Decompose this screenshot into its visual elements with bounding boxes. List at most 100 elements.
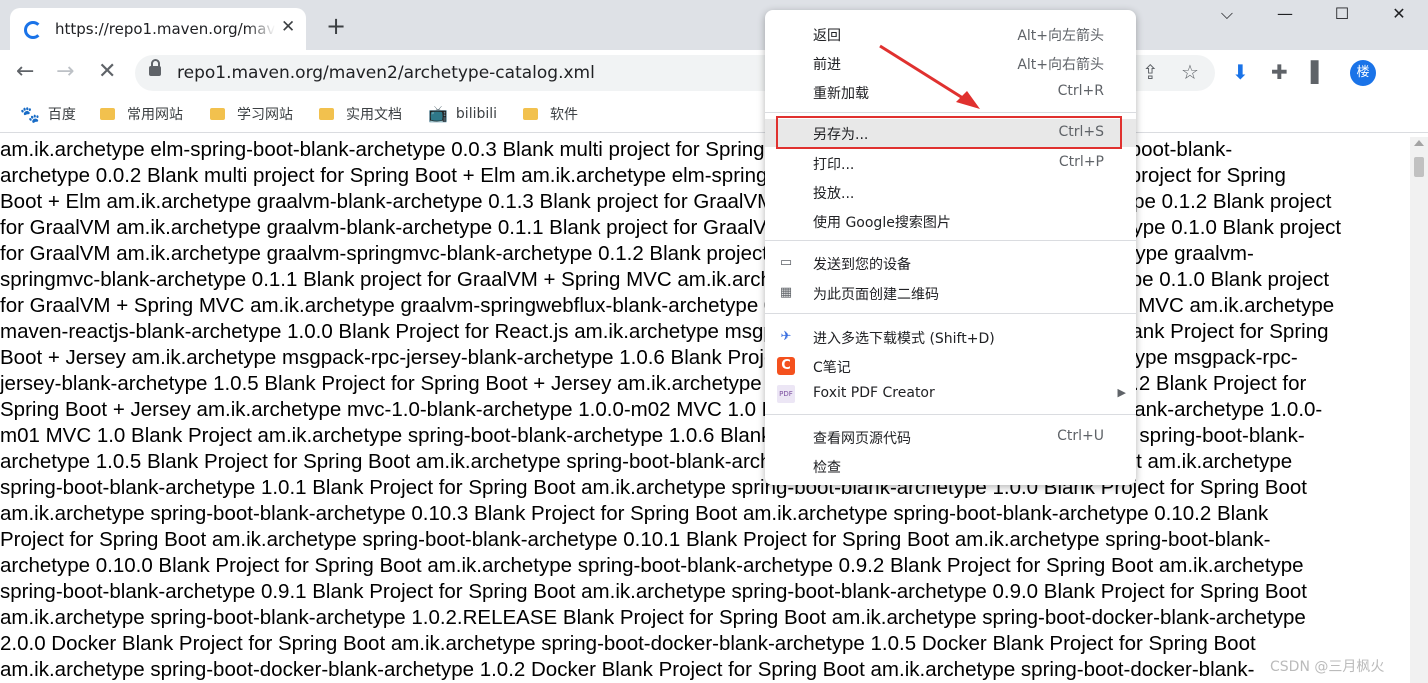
- download-icon[interactable]: ⬇: [1232, 62, 1249, 82]
- menu-item-label: 投放...: [813, 186, 855, 202]
- xml-page-content: am.ik.archetype elm-spring-boot-blank-ar…: [0, 137, 1410, 683]
- content-line: for GraalVM + Spring MVC am.ik.archetype…: [0, 294, 1335, 317]
- menu-item-foxit[interactable]: PDF Foxit PDF Creator ▶: [765, 380, 1136, 408]
- menu-item-label: Foxit PDF Creator: [813, 385, 935, 401]
- content-line: m01 MVC 1.0 Blank Project am.ik.archetyp…: [0, 424, 1305, 447]
- menu-item-c-notes[interactable]: C C笔记: [765, 352, 1136, 380]
- content-line: Boot + Jersey am.ik.archetype msgpack-rp…: [0, 346, 1298, 369]
- forward-arrow-icon[interactable]: →: [56, 61, 74, 83]
- content-line: archetype 0.0.2 Blank multi project for …: [0, 164, 1286, 187]
- content-line: Boot + Elm am.ik.archetype graalvm-blank…: [0, 190, 1332, 213]
- multi-download-icon: ✈: [780, 329, 792, 344]
- loading-spinner-icon: [24, 21, 42, 39]
- folder-icon: [523, 108, 538, 120]
- menu-item-print[interactable]: 打印... Ctrl+P: [765, 149, 1136, 177]
- scroll-up-arrow-icon[interactable]: [1414, 140, 1424, 146]
- bookmarks-bar: 🐾 百度 常用网站 学习网站 实用文档 📺 bilibili 软件: [0, 96, 1428, 133]
- menu-item-send-to-devices[interactable]: ▭ 发送到您的设备: [765, 249, 1136, 277]
- menu-item-label: 重新加载: [813, 86, 869, 102]
- tab-close-icon[interactable]: ✕: [281, 17, 295, 37]
- menu-separator: [765, 313, 1136, 314]
- baidu-paw-icon: 🐾: [20, 105, 40, 124]
- browser-tab[interactable]: https://repo1.maven.org/maven2/archetype…: [10, 8, 306, 50]
- content-line: archetype 1.0.5 Blank Project for Spring…: [0, 450, 1293, 473]
- menu-item-qr-code[interactable]: ▦ 为此页面创建二维码: [765, 279, 1136, 307]
- menu-item-shortcut: Alt+向右箭头: [1017, 57, 1104, 73]
- content-line: jersey-blank-archetype 1.0.5 Blank Proje…: [0, 372, 1307, 395]
- qr-code-icon: ▦: [779, 285, 793, 300]
- bilibili-icon: 📺: [428, 104, 448, 123]
- tab-search-chevron-icon[interactable]: ⌵: [1207, 4, 1247, 28]
- menu-item-label: 查看网页源代码: [813, 431, 911, 447]
- bookmark-software[interactable]: 软件: [523, 104, 578, 124]
- bookmark-label: 实用文档: [346, 107, 402, 123]
- bookmark-label: 百度: [47, 107, 76, 123]
- scroll-thumb[interactable]: [1414, 157, 1424, 177]
- bookmark-label: 常用网站: [127, 107, 183, 123]
- menu-item-multi-download[interactable]: ✈ 进入多选下载模式 (Shift+D): [765, 323, 1136, 351]
- minimize-button[interactable]: —: [1265, 4, 1305, 28]
- menu-item-label: 使用 Google搜索图片: [813, 215, 951, 231]
- folder-icon: [100, 108, 115, 120]
- menu-item-label: 进入多选下载模式 (Shift+D): [813, 331, 995, 347]
- vertical-scrollbar[interactable]: [1410, 137, 1428, 683]
- bookmark-label: 软件: [550, 107, 578, 123]
- menu-item-cast[interactable]: 投放...: [765, 178, 1136, 206]
- bookmark-study-sites[interactable]: 学习网站: [210, 104, 293, 124]
- content-line: for GraalVM am.ik.archetype graalvm-blan…: [0, 216, 1342, 239]
- c-notes-icon: C: [777, 357, 795, 375]
- submenu-arrow-icon: ▶: [1117, 386, 1126, 399]
- menu-item-google-lens[interactable]: 使用 Google搜索图片: [765, 207, 1136, 235]
- bookmark-label: bilibili: [455, 106, 498, 122]
- menu-item-label: 检查: [813, 460, 841, 476]
- menu-item-label: 前进: [813, 57, 841, 73]
- menu-item-label: 为此页面创建二维码: [813, 287, 939, 303]
- content-line: 2.0.0 Docker Blank Project for Spring Bo…: [0, 632, 1256, 655]
- bookmark-label: 学习网站: [237, 107, 293, 123]
- side-panel-icon[interactable]: ▌: [1311, 62, 1326, 82]
- bookmark-common-sites[interactable]: 常用网站: [100, 104, 183, 124]
- content-line: Project for Spring Boot am.ik.archetype …: [0, 528, 1271, 551]
- bookmark-useful-docs[interactable]: 实用文档: [319, 104, 402, 124]
- pdf-file-icon: PDF: [777, 385, 795, 403]
- content-line: spring-boot-blank-archetype 1.0.1 Blank …: [0, 476, 1307, 499]
- content-line: Spring Boot + Jersey am.ik.archetype mvc…: [0, 398, 1323, 421]
- menu-separator: [765, 414, 1136, 415]
- menu-item-inspect[interactable]: 检查: [765, 452, 1136, 480]
- url-text[interactable]: repo1.maven.org/maven2/archetype-catalog…: [177, 63, 595, 83]
- highlight-box: [776, 116, 1122, 149]
- content-line: spring-boot-blank-archetype 0.9.1 Blank …: [0, 580, 1307, 603]
- lock-icon[interactable]: [149, 59, 161, 76]
- menu-item-shortcut: Alt+向左箭头: [1017, 28, 1104, 44]
- bookmark-bilibili[interactable]: 📺 bilibili: [428, 104, 497, 123]
- content-line: am.ik.archetype spring-boot-blank-archet…: [0, 606, 1306, 629]
- folder-icon: [210, 108, 225, 120]
- share-icon[interactable]: ⇪: [1142, 62, 1159, 82]
- menu-separator: [765, 240, 1136, 241]
- new-tab-button[interactable]: +: [326, 14, 346, 38]
- menu-item-shortcut: Ctrl+U: [1057, 428, 1104, 444]
- bookmark-baidu[interactable]: 🐾 百度: [20, 104, 76, 124]
- menu-item-label: C笔记: [813, 360, 851, 376]
- menu-item-label: 返回: [813, 28, 841, 44]
- tab-strip: https://repo1.maven.org/maven2/archetype…: [0, 0, 1428, 50]
- content-line: archetype 0.10.0 Blank Project for Sprin…: [0, 554, 1304, 577]
- menu-item-shortcut: Ctrl+R: [1057, 83, 1104, 99]
- extensions-puzzle-icon[interactable]: ✚: [1271, 62, 1288, 82]
- content-line: springmvc-blank-archetype 0.1.1 Blank pr…: [0, 268, 1330, 291]
- back-arrow-icon[interactable]: ←: [16, 61, 34, 83]
- content-line: maven-reactjs-blank-archetype 1.0.0 Blan…: [0, 320, 1329, 343]
- close-window-button[interactable]: ✕: [1379, 4, 1419, 28]
- profile-avatar[interactable]: 楼: [1350, 60, 1376, 86]
- menu-item-view-source[interactable]: 查看网页源代码 Ctrl+U: [765, 423, 1136, 451]
- maximize-button[interactable]: ☐: [1322, 4, 1362, 28]
- content-line: for GraalVM am.ik.archetype graalvm-spri…: [0, 242, 1254, 265]
- menu-item-label: 发送到您的设备: [813, 257, 911, 273]
- devices-icon: ▭: [779, 255, 793, 270]
- menu-item-shortcut: Ctrl+P: [1058, 154, 1104, 170]
- bookmark-star-icon[interactable]: ☆: [1181, 62, 1199, 82]
- stop-loading-icon[interactable]: ✕: [98, 61, 116, 83]
- annotation-arrow-icon: [879, 44, 980, 109]
- tab-title: https://repo1.maven.org/maven2/archetype…: [55, 20, 275, 38]
- content-line: am.ik.archetype spring-boot-blank-archet…: [0, 502, 1269, 525]
